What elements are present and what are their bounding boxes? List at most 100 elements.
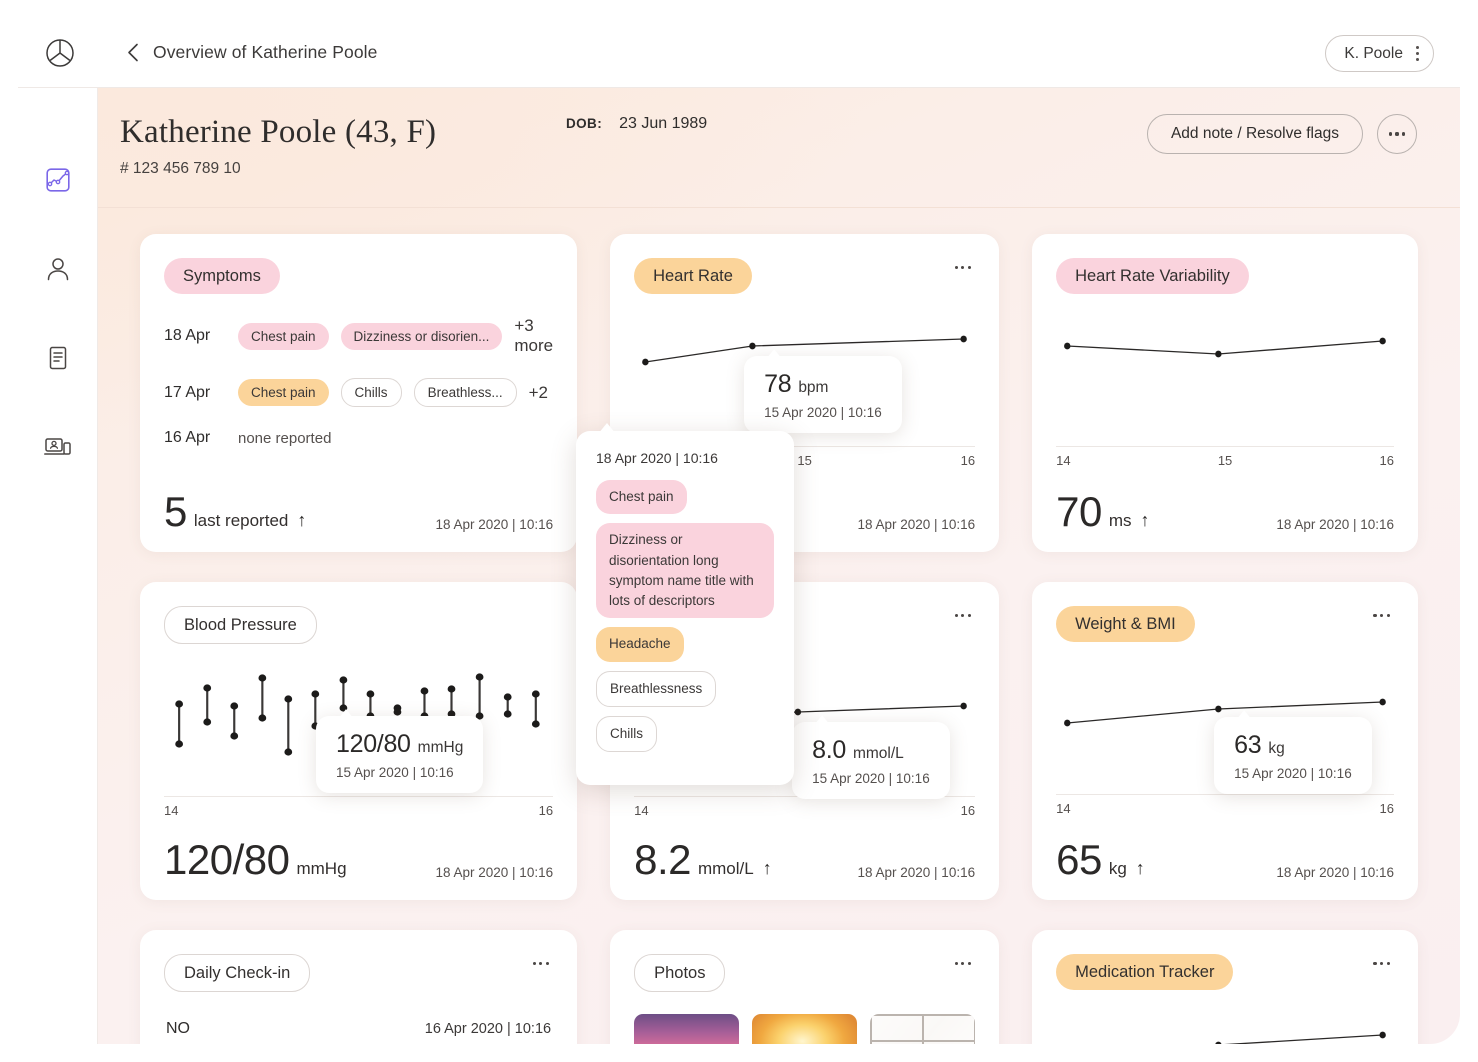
card-header: Symptoms: [164, 258, 553, 295]
symptom-more-link[interactable]: +3 more: [514, 316, 553, 356]
patient-id-label: # 123 456 789 10: [120, 160, 241, 177]
axis-tick: 16: [538, 803, 554, 819]
line-chart-svg: [1215, 1031, 1386, 1044]
card-title-weight-bmi[interactable]: Weight & BMI: [1056, 606, 1195, 643]
sidebar-item-profile[interactable]: [38, 249, 78, 289]
symptom-row: 16 Apr none reported: [164, 429, 553, 447]
symptom-row: 18 Apr Chest pain Dizziness or disorien.…: [164, 316, 553, 356]
card-menu-button[interactable]: [954, 258, 976, 270]
symptom-chip[interactable]: Breathless...: [413, 378, 517, 408]
card-menu-button[interactable]: [1373, 954, 1394, 966]
tooltip-unit: mmol/L: [852, 745, 904, 763]
sidebar-item-trends[interactable]: [38, 160, 78, 200]
card-header: Weight & BMI: [1056, 606, 1394, 643]
chart-tooltip-heart-rate: 78 bpm 15 Apr 2020 | 10:16: [744, 356, 902, 434]
footer-date: 18 Apr 2020 | 10:16: [1276, 865, 1394, 880]
patient-more-button[interactable]: [1377, 114, 1417, 154]
symptom-chip[interactable]: Chills: [340, 378, 402, 408]
clinic-logo-icon[interactable]: [42, 35, 78, 71]
chart-axis-labels: 14 15 16: [1056, 453, 1394, 468]
brick-wall-photo[interactable]: +23: [870, 1014, 976, 1044]
card-menu-button[interactable]: [532, 954, 554, 966]
checkin-row[interactable]: NO 16 Apr 2020 | 10:16: [164, 1004, 553, 1044]
patient-header: Katherine Poole (43, F) # 123 456 789 10…: [98, 88, 1460, 208]
tooltip-unit: bpm: [798, 379, 829, 397]
chart-axis-line: [1056, 446, 1394, 448]
popover-date: 18 Apr 2020 | 10:16: [596, 450, 718, 466]
card-header: Medication Tracker: [1056, 954, 1394, 991]
symptom-chip[interactable]: Chest pain: [238, 379, 329, 407]
card-menu-button[interactable]: [954, 954, 976, 966]
top-bar: Overview of Katherine Poole K. Poole: [18, 18, 1460, 88]
card-title-symptoms[interactable]: Symptoms: [164, 258, 280, 295]
chart-axis-labels: 14 16: [634, 803, 975, 818]
card-heart-rate-variability: Heart Rate Variability 14 15 16 70 ms ↑ …: [1032, 234, 1418, 552]
footer-unit: mmol/L: [697, 859, 754, 879]
main-content: Katherine Poole (43, F) # 123 456 789 10…: [98, 88, 1460, 1044]
tooltip-date: 15 Apr 2020 | 10:16: [812, 771, 930, 787]
symptom-chip[interactable]: Chest pain: [238, 322, 329, 350]
symptom-row-date: 16 Apr: [164, 429, 211, 447]
document-icon: [49, 346, 66, 370]
patient-actions: Add note / Resolve flags: [1146, 114, 1417, 154]
card-title-blood-pressure[interactable]: Blood Pressure: [164, 606, 317, 645]
popover-symptom-chip[interactable]: Breathlessness: [596, 670, 717, 707]
kebab-horizontal-icon: [954, 962, 972, 966]
card-photos: Photos +23: [610, 930, 1000, 1044]
card-menu-button[interactable]: [954, 606, 976, 618]
axis-tick: 16: [960, 453, 976, 469]
kebab-horizontal-icon: [1373, 962, 1390, 966]
tooltip-value: 120/80: [336, 730, 411, 759]
card-footer: 5 last reported ↑ 18 Apr 2020 | 10:16: [164, 491, 553, 533]
chevron-left-icon[interactable]: [124, 43, 142, 62]
footer-value: 8.2: [634, 836, 691, 884]
footer-unit: ms: [1108, 511, 1132, 531]
axis-tick: 16: [960, 803, 976, 819]
chart-weight-bmi: 14 16 63 kg 15 Apr 2020 | 10:16: [1056, 662, 1394, 822]
kebab-horizontal-icon: [954, 614, 972, 618]
footer-value: 70: [1056, 488, 1102, 536]
footer-date: 18 Apr 2020 | 10:16: [1276, 517, 1394, 532]
symptom-more-link[interactable]: +2: [529, 383, 548, 403]
footer-date: 18 Apr 2020 | 10:16: [857, 517, 976, 532]
sidebar-item-records[interactable]: [38, 338, 78, 378]
tooltip-unit: mmHg: [417, 739, 464, 757]
card-menu-button[interactable]: [1373, 606, 1394, 618]
popover-symptom-chip[interactable]: Chills: [596, 715, 658, 752]
chart-axis-labels: 14 16: [164, 803, 553, 818]
symptom-chip[interactable]: Dizziness or disorien...: [340, 322, 503, 350]
card-footer: 70 ms ↑ 18 Apr 2020 | 10:16: [1056, 488, 1394, 536]
popover-symptom-chip[interactable]: Dizziness or disorientation long symptom…: [596, 523, 774, 619]
line-chart-svg: [1064, 337, 1386, 358]
card-title-daily-checkin[interactable]: Daily Check-in: [164, 954, 311, 993]
devices-icon: [43, 438, 71, 455]
trend-up-icon: ↑: [1140, 510, 1150, 531]
kebab-vertical-icon[interactable]: [1416, 46, 1419, 61]
card-footer: 8.2 mmol/L ↑ 18 Apr 2020 | 10:16: [634, 836, 976, 884]
card-title-photos[interactable]: Photos: [634, 954, 726, 993]
popover-symptom-chip[interactable]: Headache: [596, 627, 684, 662]
card-title-heart-rate[interactable]: Heart Rate: [634, 258, 752, 295]
user-menu-button[interactable]: K. Poole: [1325, 35, 1434, 72]
chart-medication-tracker: [1056, 1010, 1394, 1044]
axis-tick: 16: [1379, 801, 1394, 817]
card-header: Heart Rate: [634, 258, 976, 295]
tooltip-value: 63: [1234, 731, 1262, 760]
golden-sunset-photo[interactable]: [752, 1014, 858, 1044]
trend-up-icon: ↑: [762, 858, 772, 879]
tooltip-date: 15 Apr 2020 | 10:16: [764, 405, 882, 421]
symptom-detail-popover: 18 Apr 2020 | 10:16 Chest pain Dizziness…: [576, 431, 794, 785]
sidebar-item-devices[interactable]: [38, 427, 78, 467]
card-title-hrv[interactable]: Heart Rate Variability: [1056, 258, 1249, 295]
sunset-beach-photo[interactable]: [634, 1014, 740, 1044]
add-note-button[interactable]: Add note / Resolve flags: [1146, 114, 1363, 154]
card-title-medication-tracker[interactable]: Medication Tracker: [1056, 954, 1234, 991]
footer-value: 120/80: [164, 836, 290, 884]
symptom-row-date: 18 Apr: [164, 327, 211, 345]
footer-value: 65: [1056, 836, 1102, 884]
tooltip-value: 8.0: [812, 736, 846, 765]
footer-date: 18 Apr 2020 | 10:16: [857, 865, 976, 880]
popover-symptom-chip[interactable]: Chest pain: [596, 480, 687, 515]
card-medication-tracker: Medication Tracker: [1032, 930, 1418, 1044]
breadcrumb: Overview of Katherine Poole: [124, 42, 377, 63]
